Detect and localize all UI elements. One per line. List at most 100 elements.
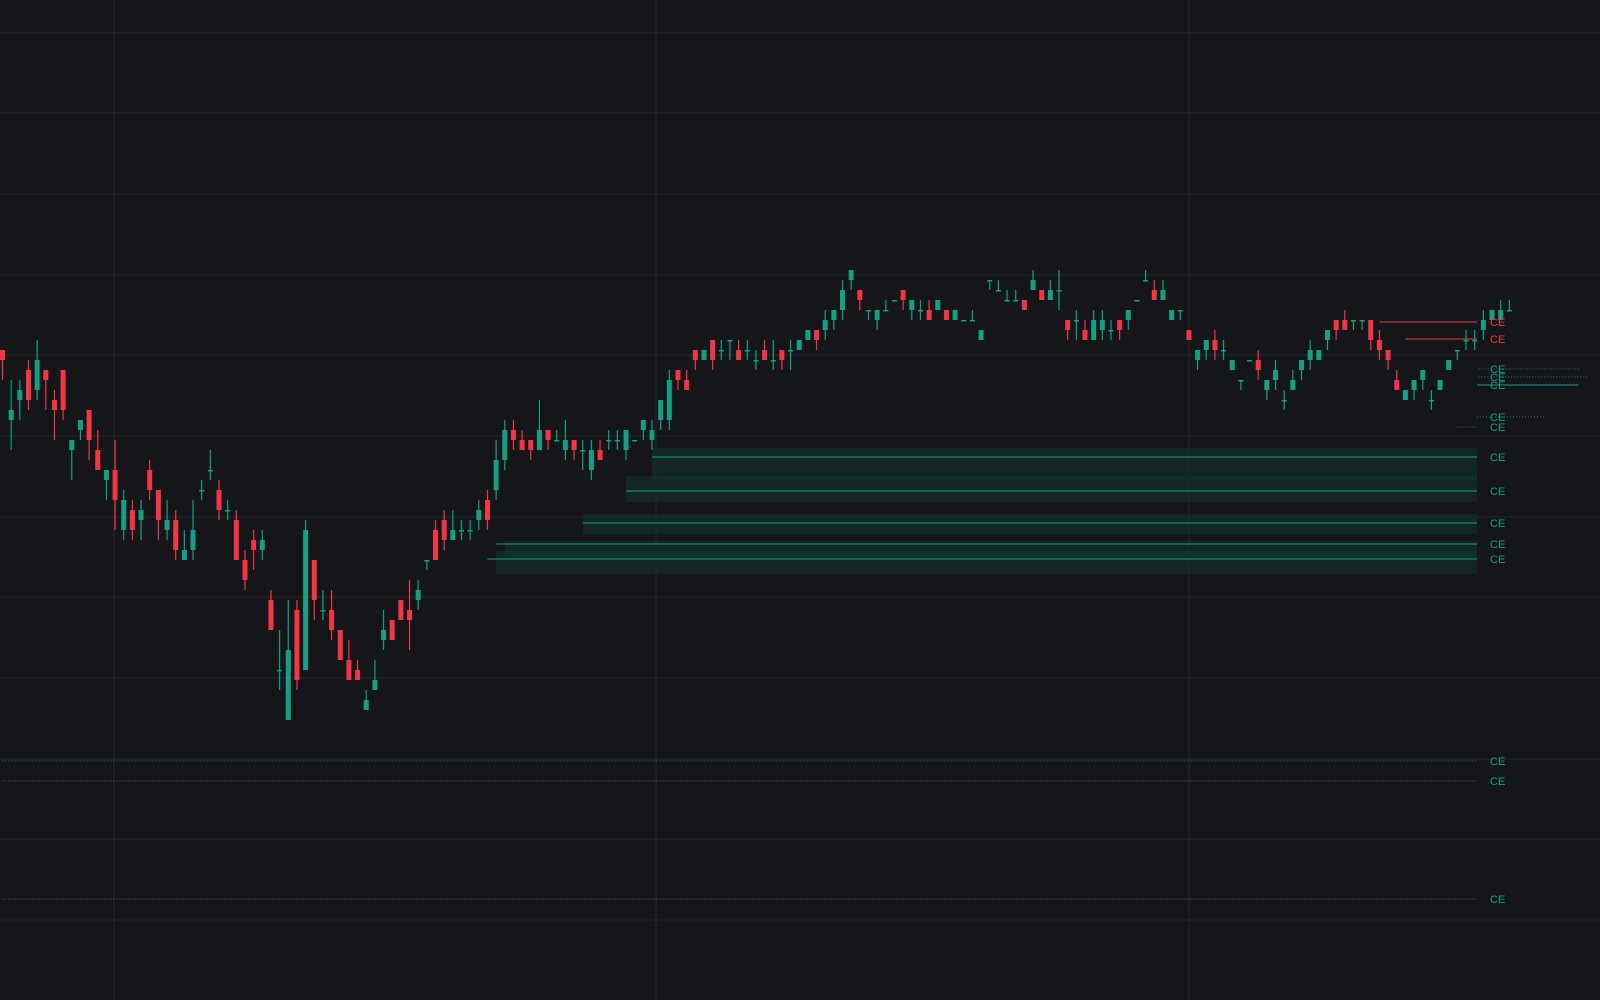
candle-body <box>1143 280 1149 282</box>
candle[interactable] <box>978 330 984 340</box>
candlestick-chart[interactable]: CECECECECECECECECECECECECECECE <box>0 0 1600 1000</box>
candle-body <box>199 490 205 492</box>
ce-level-label: CE <box>1490 539 1505 551</box>
candle[interactable] <box>303 520 309 670</box>
candle-body <box>874 310 880 320</box>
candle-body <box>909 300 915 310</box>
candle-body <box>831 310 837 320</box>
ce-level-label: CE <box>1490 317 1505 329</box>
candle[interactable] <box>805 330 811 340</box>
ce-level-label: CE <box>1490 486 1505 498</box>
candle[interactable] <box>1316 350 1322 360</box>
candle[interactable] <box>1134 300 1140 302</box>
candle[interactable] <box>796 340 802 350</box>
ce-level-label: CE <box>1490 334 1505 346</box>
candle[interactable] <box>1247 360 1253 362</box>
candle-body <box>1273 370 1279 380</box>
candle-body <box>294 610 300 680</box>
candle-body <box>121 500 127 530</box>
candle-body <box>1177 310 1183 312</box>
candle-body <box>1446 360 1452 370</box>
candle-body <box>8 410 14 420</box>
candle-body <box>95 450 101 470</box>
candle-body <box>389 620 395 640</box>
candle-body <box>597 450 603 460</box>
candle[interactable] <box>337 630 343 660</box>
candle-body <box>1091 320 1097 340</box>
candle[interactable] <box>701 350 707 360</box>
candle-body <box>978 330 984 340</box>
support-zone <box>582 514 1477 534</box>
candle-body <box>736 350 742 360</box>
candle[interactable] <box>952 310 958 320</box>
candle-body <box>1316 350 1322 360</box>
candle-body <box>372 680 378 690</box>
candle[interactable] <box>961 320 967 322</box>
candle-body <box>1281 400 1287 402</box>
candle-body <box>1195 350 1201 360</box>
candle[interactable] <box>294 600 300 690</box>
candle-body <box>848 270 854 280</box>
candle[interactable] <box>1402 390 1408 400</box>
candle-body <box>86 410 92 440</box>
candle-body <box>441 520 447 540</box>
candle-body <box>588 450 594 470</box>
candle[interactable] <box>1169 310 1175 320</box>
candle-body <box>614 440 620 442</box>
candle-body <box>381 630 387 640</box>
candle-body <box>900 290 906 300</box>
candle-body <box>433 530 438 560</box>
candle-body <box>935 300 941 310</box>
candle-body <box>60 370 66 410</box>
candle-body <box>891 300 897 302</box>
candle-body <box>398 600 404 620</box>
candle-body <box>467 530 473 532</box>
candle-body <box>1238 380 1244 382</box>
candle-body <box>1420 370 1426 380</box>
candle-body <box>1004 300 1010 302</box>
candle-body <box>450 530 456 540</box>
candle[interactable] <box>398 600 404 620</box>
candle-body <box>181 550 187 560</box>
candle-body <box>1082 330 1088 340</box>
candle[interactable] <box>1446 360 1452 370</box>
candle-body <box>407 610 413 620</box>
candle-body <box>1117 320 1123 330</box>
candle-body <box>147 470 153 490</box>
candle-body <box>138 510 144 520</box>
candle-body <box>692 350 698 360</box>
candle-body <box>1463 340 1469 342</box>
candle-body <box>1186 330 1192 340</box>
candle[interactable] <box>935 300 941 310</box>
candle[interactable] <box>1229 360 1235 370</box>
candle[interactable] <box>891 300 897 302</box>
candle-body <box>25 370 31 400</box>
candle[interactable] <box>1021 300 1027 310</box>
candle[interactable] <box>1186 330 1192 340</box>
candle-body <box>493 460 499 490</box>
candle[interactable] <box>943 310 949 320</box>
ce-level-label: CE <box>1490 756 1505 768</box>
candle-body <box>43 370 49 380</box>
candle-body <box>1394 380 1400 390</box>
candle-body <box>1307 350 1313 360</box>
candle[interactable] <box>632 440 638 442</box>
candle-body <box>17 390 23 400</box>
candle-body <box>1428 400 1434 402</box>
candle-body <box>788 350 794 352</box>
candle-body <box>129 510 135 530</box>
candle[interactable] <box>1437 380 1443 390</box>
candle-body <box>632 440 638 442</box>
candle-body <box>34 360 40 390</box>
candle-body <box>1056 290 1062 292</box>
candle[interactable] <box>389 620 395 640</box>
candle-body <box>779 350 785 360</box>
candle-body <box>1221 350 1227 352</box>
candle-body <box>1437 380 1443 390</box>
candle[interactable] <box>1039 290 1045 300</box>
candle-body <box>69 440 75 450</box>
candle-body <box>225 510 231 512</box>
candle-body <box>1229 360 1235 370</box>
candle-body <box>1472 340 1478 342</box>
candle-body <box>952 310 958 320</box>
